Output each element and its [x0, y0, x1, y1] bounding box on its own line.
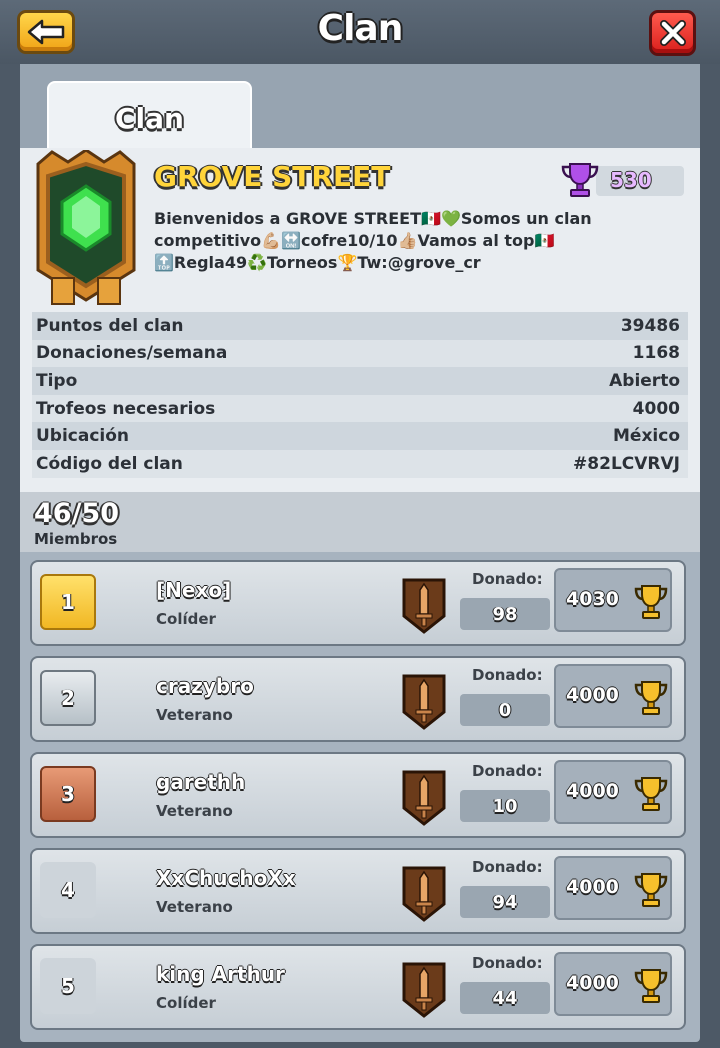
stat-label: Trofeos necesarios — [36, 398, 216, 419]
rank-badge: 1 — [40, 574, 96, 630]
rank-badge: 3 — [40, 766, 96, 822]
member-row[interactable]: 5 king Arthur Colíder Donado: 44 4000 — [30, 944, 686, 1030]
stat-required-trophies: Trofeos necesarios 4000 — [32, 394, 688, 423]
top-bar: Clan — [0, 0, 720, 64]
clan-stats: Puntos del clan 39486 Donaciones/semana … — [32, 312, 688, 478]
member-name: XxChuchoXx — [156, 866, 296, 890]
donated-value: 10 — [460, 790, 550, 822]
member-trophies: 4000 — [554, 664, 672, 728]
trophy-icon — [634, 681, 668, 715]
rank-badge: 5 — [40, 958, 96, 1014]
member-trophies: 4030 — [554, 568, 672, 632]
donated-value: 0 — [460, 694, 550, 726]
member-row[interactable]: 3 garethh Veterano Donado: 10 4000 — [30, 752, 686, 838]
donated-label: Donado: — [472, 666, 543, 684]
member-role: Veterano — [156, 802, 233, 820]
clan-panel: Clan GROVE STREET 530 Bienvenidos a GROV… — [20, 64, 700, 1042]
stat-clan-tag: Código del clan #82LCVRVJ — [32, 449, 688, 478]
stat-label: Código del clan — [36, 453, 183, 474]
clan-trophies: 530 — [560, 162, 684, 197]
trophy-icon — [561, 163, 599, 197]
members-label: Miembros — [34, 530, 118, 548]
trophy-icon — [634, 969, 668, 1003]
member-role: Colíder — [156, 610, 216, 628]
page-title: Clan — [317, 8, 404, 49]
trophies-value: 4000 — [566, 780, 619, 802]
trophies-value: 4000 — [566, 684, 619, 706]
stat-clan-points: Puntos del clan 39486 — [32, 312, 688, 340]
donated-label: Donado: — [472, 762, 543, 780]
stat-value: 39486 — [620, 315, 680, 336]
clan-badge-icon — [36, 150, 136, 305]
stat-value: 4000 — [632, 398, 680, 419]
sword-shield-icon — [402, 962, 446, 1018]
sword-shield-icon — [402, 578, 446, 634]
rank-badge: 2 — [40, 670, 96, 726]
tab-clan[interactable]: Clan — [47, 81, 252, 153]
trophies-value: 4000 — [566, 876, 619, 898]
donated-label: Donado: — [472, 954, 543, 972]
trophies-value: 4030 — [566, 588, 619, 610]
stat-value: 1168 — [632, 343, 680, 364]
sword-shield-icon — [402, 866, 446, 922]
stat-label: Ubicación — [36, 426, 130, 447]
member-name: garethh — [156, 770, 246, 794]
clan-trophies-value: 530 — [610, 168, 652, 192]
member-role: Colíder — [156, 994, 216, 1012]
tab-strip: Clan — [20, 64, 700, 153]
member-name: crazybro — [156, 674, 254, 698]
member-role: Veterano — [156, 898, 233, 916]
close-button[interactable] — [649, 10, 696, 56]
trophies-value: 4000 — [566, 972, 619, 994]
member-trophies: 4000 — [554, 952, 672, 1016]
sword-shield-icon — [402, 674, 446, 730]
member-name: ⁅Nexo⁆ — [156, 578, 232, 602]
tab-label: Clan — [115, 101, 184, 135]
member-row[interactable]: 4 XxChuchoXx Veterano Donado: 94 4000 — [30, 848, 686, 934]
trophy-icon — [634, 873, 668, 907]
close-icon — [659, 20, 686, 46]
stat-type: Tipo Abierto — [32, 367, 688, 395]
member-row[interactable]: 1 ⁅Nexo⁆ Colíder Donado: 98 4030 — [30, 560, 686, 646]
clan-description: Bienvenidos a GROVE STREET🇲🇽💚Somos un cl… — [154, 209, 592, 272]
clan-info: GROVE STREET 530 Bienvenidos a GROVE STR… — [20, 148, 700, 548]
members-header: 46/50 Miembros — [20, 492, 700, 552]
member-trophies: 4000 — [554, 760, 672, 824]
donated-label: Donado: — [472, 858, 543, 876]
stat-label: Donaciones/semana — [36, 343, 228, 364]
stat-label: Tipo — [36, 370, 78, 391]
stat-label: Puntos del clan — [36, 315, 184, 336]
stat-value: #82LCVRVJ — [573, 453, 680, 474]
member-name: king Arthur — [156, 962, 285, 986]
clan-name: GROVE STREET — [154, 160, 391, 193]
member-row[interactable]: 2 crazybro Veterano Donado: 0 4000 — [30, 656, 686, 742]
stat-value: Abierto — [609, 370, 680, 391]
sword-shield-icon — [402, 770, 446, 826]
donated-value: 44 — [460, 982, 550, 1014]
stat-value: México — [613, 426, 680, 447]
stat-location: Ubicación México — [32, 422, 688, 450]
donated-value: 98 — [460, 598, 550, 630]
rank-badge: 4 — [40, 862, 96, 918]
donated-label: Donado: — [472, 570, 543, 588]
trophy-icon — [634, 585, 668, 619]
donated-value: 94 — [460, 886, 550, 918]
trophy-icon — [634, 777, 668, 811]
stat-donations: Donaciones/semana 1168 — [32, 339, 688, 368]
members-count: 46/50 — [34, 498, 120, 529]
member-role: Veterano — [156, 706, 233, 724]
member-trophies: 4000 — [554, 856, 672, 920]
